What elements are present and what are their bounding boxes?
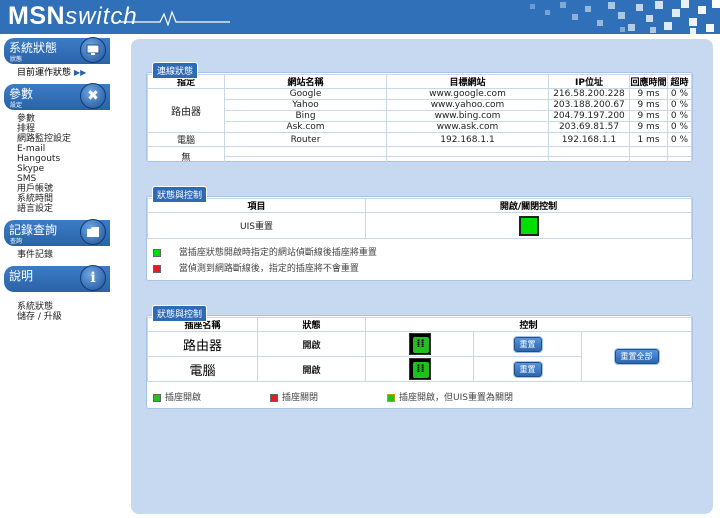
sidebar-section-help[interactable]: 說明 i	[4, 265, 110, 292]
sidebar-item-help-status[interactable]: 系統狀態	[17, 302, 110, 312]
uis-control-panel: 狀態與控制 項目 開啟/關閉控制 UIS重置 當插座狀態開啟時指定的網站偵斷線後…	[146, 186, 693, 281]
pulse-line-icon	[120, 10, 230, 26]
legend-green-square	[153, 248, 161, 257]
reset-router-button[interactable]: 重置	[512, 335, 543, 353]
header-mosaic-decoration	[500, 0, 720, 34]
outlet-control-panel: 狀態與控制 插座名稱 狀態 控制 路由器 開啟 ⁞⁞ 重置 重置全部 電腦 開啟…	[146, 305, 693, 409]
sidebar-list-params: 參數 排程 網路監控設定 E-mail Hangouts Skype SMS 用…	[0, 110, 110, 220]
table-row: 路由器 開啟 ⁞⁞ 重置 重置全部	[147, 331, 692, 382]
sidebar-item-params[interactable]: 參數	[17, 114, 110, 124]
legend-on-row: 當插座狀態開啟時指定的網站偵斷線後插座將重置	[147, 245, 692, 261]
logo: MSNswitch	[8, 2, 138, 30]
sidebar-item-email[interactable]: E-mail	[17, 144, 110, 154]
sidebar-item-schedule[interactable]: 排程	[17, 124, 110, 134]
sidebar: 系統狀態 狀態 目前運作狀態 ▶▶ 參數 設定 ✖ 參數 排程 網路監控設定 E-…	[0, 37, 110, 328]
sidebar-list-status: 目前運作狀態 ▶▶	[0, 64, 110, 84]
outlet-computer-icon[interactable]: ⁞⁞	[408, 358, 431, 380]
sidebar-item-event-log[interactable]: 事件記錄	[17, 250, 110, 260]
sidebar-section-params[interactable]: 參數 設定 ✖	[4, 83, 110, 110]
outlet-router-icon[interactable]: ⁞⁞	[408, 333, 431, 355]
table-row: Yahoo www.yahoo.com 203.188.200.67 9 ms …	[148, 99, 692, 111]
sidebar-item-hangouts[interactable]: Hangouts	[17, 154, 110, 164]
sidebar-item-network-monitor[interactable]: 網路監控設定	[17, 134, 110, 144]
table-row: 無	[147, 146, 692, 167]
outlet-control-table: 插座名稱 狀態 控制 路由器 開啟 ⁞⁞ 重置 重置全部 電腦 開啟 ⁞⁞ 重置	[147, 317, 692, 382]
table-row: 路由器 Google www.google.com 216.58.200.228…	[147, 88, 692, 133]
outlet-on-uis-off-legend-icon	[387, 393, 395, 402]
sidebar-section-status[interactable]: 系統狀態 狀態	[4, 37, 110, 64]
info-icon: i	[80, 265, 106, 291]
sidebar-item-user-account[interactable]: 用戶帳號	[17, 184, 110, 194]
sidebar-item-skype[interactable]: Skype	[17, 164, 110, 174]
main-panel: 連線狀態 指定 網站名稱 目標網站 IP位址 回應時間 超時 路由器 Googl…	[131, 39, 713, 514]
table-row: Ask.com www.ask.com 203.69.81.57 9 ms 0 …	[148, 121, 692, 133]
sidebar-list-help: 系統狀態 儲存 / 升級	[0, 292, 110, 328]
reset-all-button[interactable]: 重置全部	[613, 348, 660, 365]
sidebar-list-logs: 事件記錄	[0, 246, 110, 266]
outlet-legend-row: 插座開啟 插座關閉 插座開啟，但UIS重置為關閉	[147, 388, 692, 404]
uis-control-table: 項目 開啟/關閉控制 UIS重置	[147, 198, 692, 239]
sidebar-item-save-upgrade[interactable]: 儲存 / 升級	[17, 312, 110, 322]
connection-status-panel: 連線狀態 指定 網站名稱 目標網站 IP位址 回應時間 超時 路由器 Googl…	[146, 62, 693, 167]
table-row: 電腦 Router 192.168.1.1 192.168.1.1 1 ms 0…	[147, 132, 692, 147]
sidebar-item-sms[interactable]: SMS	[17, 174, 110, 184]
outlet-off-legend-icon	[270, 393, 278, 402]
sidebar-section-logs[interactable]: 記錄查詢 查詢	[4, 219, 110, 246]
table-row: Bing www.bing.com 204.79.197.200 9 ms 0 …	[148, 110, 692, 122]
tools-icon: ✖	[80, 83, 106, 109]
arrow-right-icon: ▶▶	[74, 68, 87, 77]
monitor-icon	[80, 37, 106, 63]
reset-computer-button[interactable]: 重置	[512, 360, 543, 378]
connection-status-tab: 連線狀態	[152, 62, 199, 79]
folder-icon	[80, 219, 106, 245]
sidebar-item-current-status[interactable]: 目前運作狀態 ▶▶	[17, 68, 110, 78]
app-header: MSNswitch	[0, 0, 720, 34]
uis-reset-toggle[interactable]	[518, 215, 539, 236]
table-row	[148, 156, 692, 167]
sidebar-item-system-time[interactable]: 系統時間	[17, 194, 110, 204]
table-row: UIS重置	[147, 212, 692, 239]
connection-table: 指定 網站名稱 目標網站 IP位址 回應時間 超時 路由器 Google www…	[147, 74, 692, 167]
legend-off-row: 當偵測到網路斷線後，指定的插座將不會重置	[147, 261, 692, 277]
uis-control-tab: 狀態與控制	[152, 186, 208, 203]
outlet-control-tab: 狀態與控制	[152, 305, 208, 322]
sidebar-item-language[interactable]: 語言設定	[17, 204, 110, 214]
outlet-on-legend-icon	[153, 393, 161, 402]
legend-red-square	[153, 264, 161, 273]
